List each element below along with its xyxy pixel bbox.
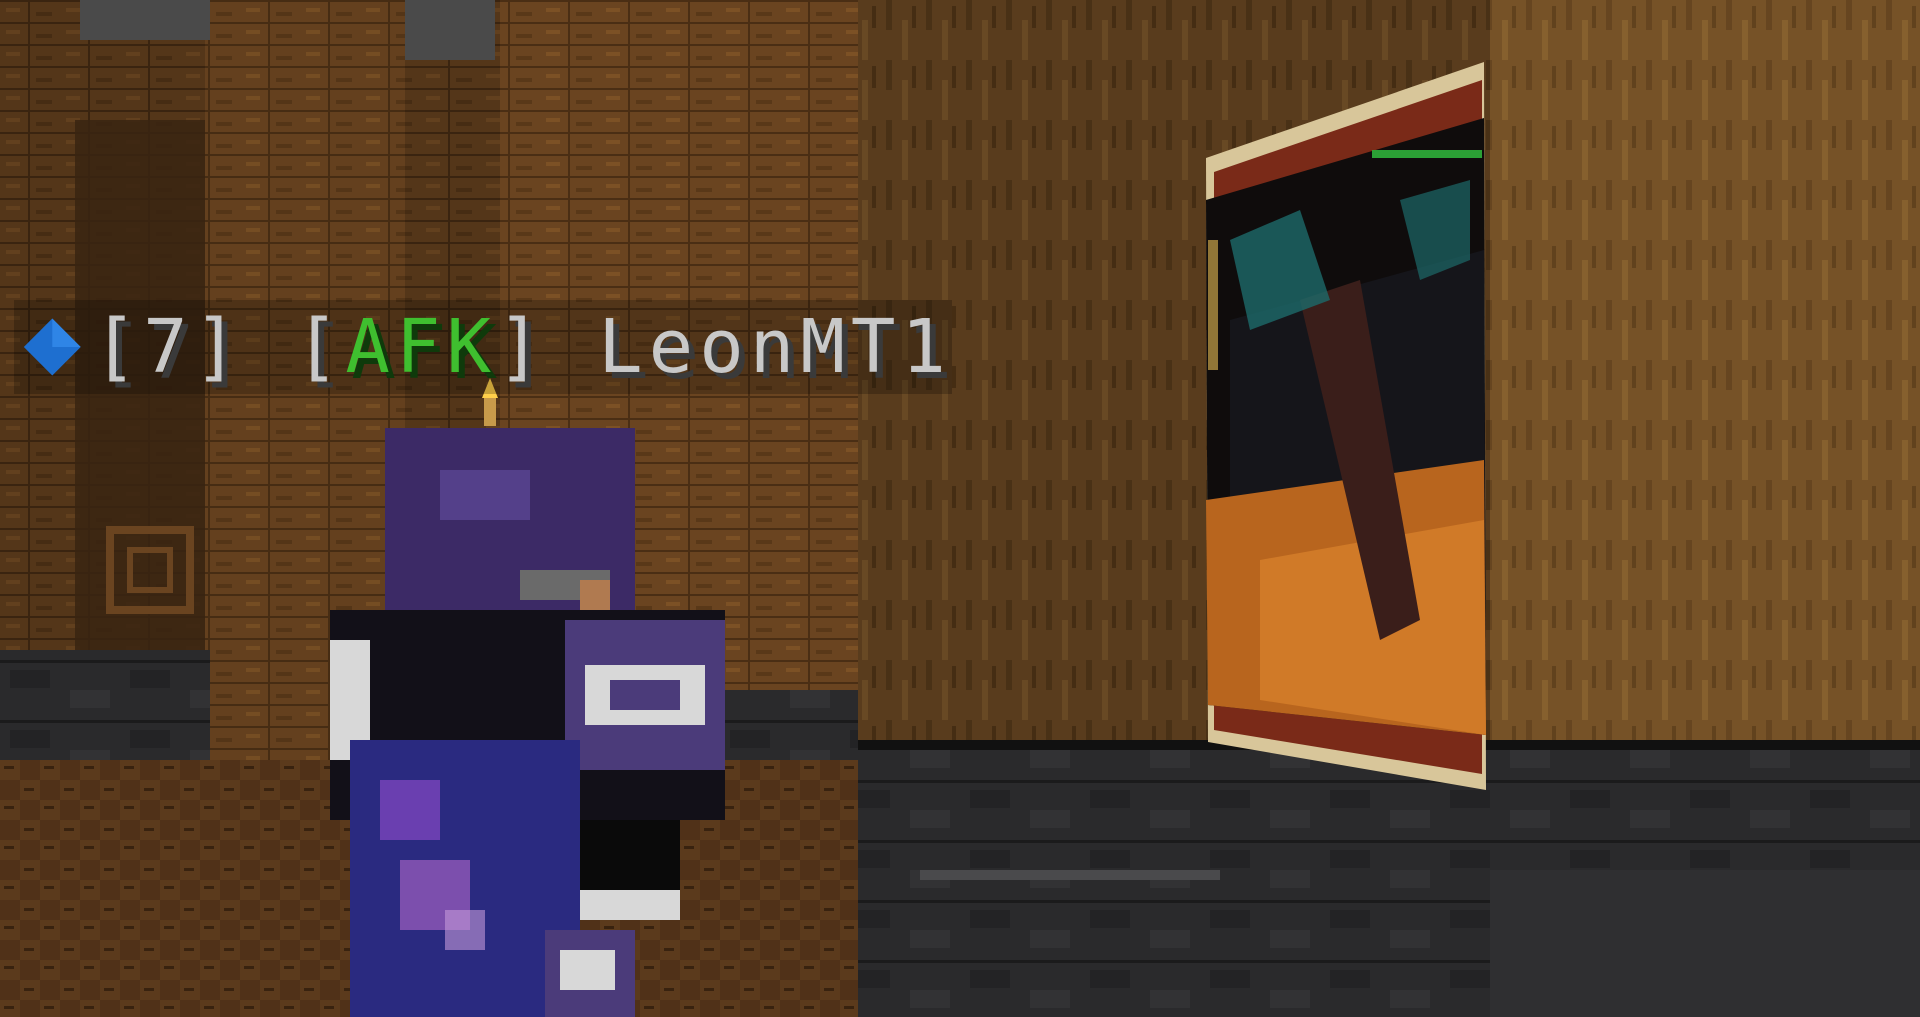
wall-painting	[1206, 62, 1486, 790]
player-level: [7]	[92, 304, 245, 390]
stone-base-left	[0, 650, 210, 770]
status-close-bracket: ]	[497, 304, 548, 390]
player-name: LeonMT1	[598, 304, 952, 390]
nametag-text: [7] [AFK] LeonMT1	[93, 310, 952, 384]
blue-diamond-icon	[23, 318, 81, 376]
game-world-view	[0, 0, 1920, 1017]
status-open-bracket: [	[294, 304, 346, 390]
afk-status: AFK	[345, 304, 497, 390]
player-nametag: [7] [AFK] LeonMT1	[14, 300, 952, 394]
game-scene	[0, 0, 1920, 1017]
